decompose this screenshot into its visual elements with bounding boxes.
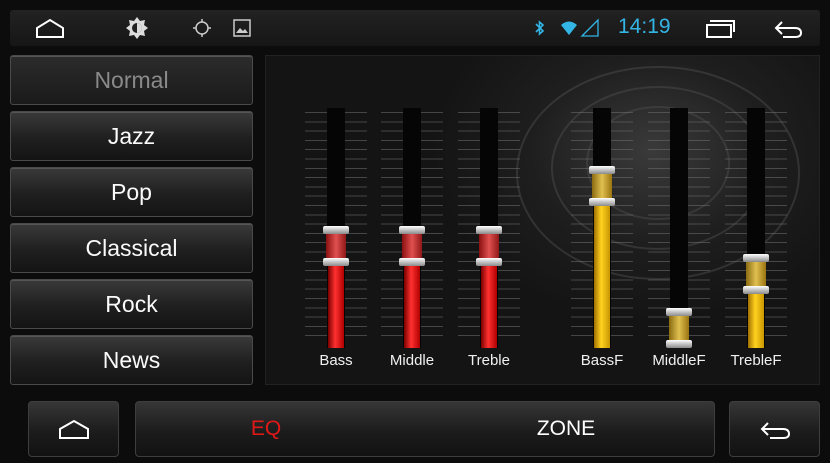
eq-slider-middlef[interactable]	[642, 108, 716, 348]
eq-slider-label: Middle	[389, 352, 435, 369]
preset-label: Classical	[85, 234, 178, 261]
equalizer-panel: Bass Middle Treble BassF MiddleF TrebleF	[265, 55, 820, 385]
wifi-signal-icon	[558, 10, 602, 46]
home-button[interactable]	[28, 401, 119, 457]
eq-slider-treblef[interactable]	[719, 108, 793, 348]
eq-slider-label: Bass	[319, 352, 353, 369]
slider-fill	[594, 186, 610, 348]
slider-knob[interactable]	[476, 226, 502, 266]
eq-slider-bassf[interactable]	[565, 108, 639, 348]
preset-label: Normal	[94, 66, 169, 93]
clock: 14:19	[618, 15, 671, 38]
eq-slider-treble[interactable]	[452, 108, 526, 348]
recent-apps-icon[interactable]	[700, 10, 740, 46]
bluetooth-icon	[533, 10, 547, 46]
slider-knob[interactable]	[323, 226, 349, 266]
preset-pop[interactable]: Pop	[10, 167, 253, 217]
eq-slider-bass[interactable]	[299, 108, 373, 348]
preset-news[interactable]: News	[10, 335, 253, 385]
slider-knob[interactable]	[589, 166, 615, 206]
eq-slider-label: MiddleF	[652, 352, 706, 369]
slider-knob[interactable]	[666, 308, 692, 348]
tab-eq-label: EQ	[250, 417, 282, 440]
preset-label: Jazz	[107, 122, 156, 149]
slider-knob[interactable]	[399, 226, 425, 266]
preset-classical[interactable]: Classical	[10, 223, 253, 273]
tab-eq[interactable]: EQ	[196, 402, 336, 456]
preset-label: Pop	[111, 178, 152, 205]
preset-label: Rock	[105, 290, 158, 317]
back-button[interactable]	[729, 401, 820, 457]
back-icon	[760, 422, 790, 439]
gps-icon	[190, 10, 214, 46]
preset-label: News	[102, 346, 161, 373]
brightness-icon	[122, 10, 152, 46]
slider-knob[interactable]	[743, 254, 769, 294]
status-bar: 14:19	[10, 10, 820, 46]
back-icon[interactable]	[768, 10, 808, 46]
tab-zone[interactable]: ZONE	[496, 402, 636, 456]
eq-slider-label: BassF	[580, 352, 624, 369]
preset-rock[interactable]: Rock	[10, 279, 253, 329]
home-outline-icon[interactable]	[30, 10, 70, 46]
bottom-tab-bar: EQ ZONE	[135, 401, 715, 457]
eq-slider-label: TrebleF	[730, 352, 782, 369]
preset-normal[interactable]: Normal	[10, 55, 253, 105]
tab-zone-label: ZONE	[536, 417, 596, 440]
home-outline-icon	[58, 419, 89, 439]
eq-slider-label: Treble	[468, 352, 510, 369]
picture-icon	[230, 10, 254, 46]
preset-jazz[interactable]: Jazz	[10, 111, 253, 161]
eq-slider-middle[interactable]	[375, 108, 449, 348]
